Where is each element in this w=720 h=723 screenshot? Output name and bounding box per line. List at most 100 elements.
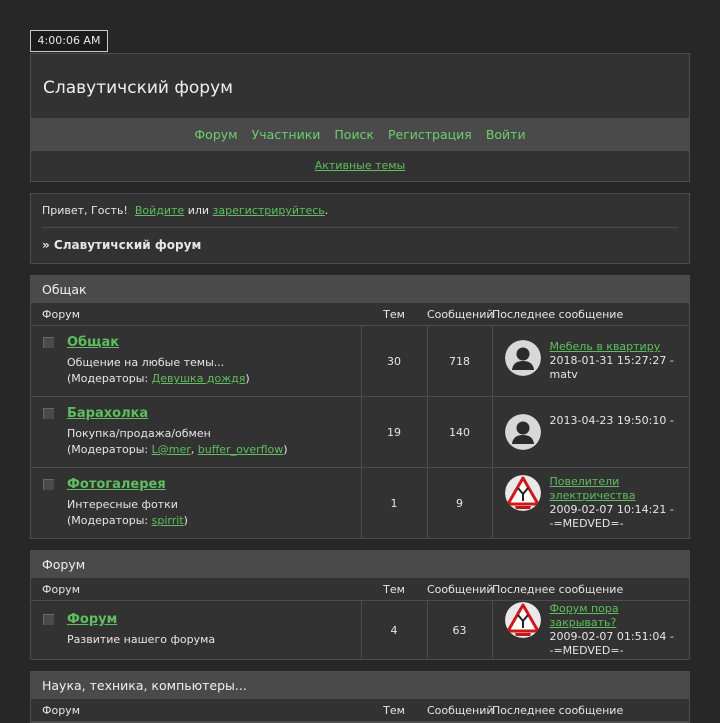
nav-forum[interactable]: Форум (194, 127, 237, 142)
col-forum-header: Форум (31, 303, 361, 326)
moderators-line: (Модераторы: Девушка дождя) (67, 372, 250, 385)
forum-info-cell: Фотогалерея Интересные фотки (Модераторы: … (31, 467, 361, 538)
last-post-author: -=MEDVED=- (549, 644, 624, 657)
category-list: Общак Форум Тем Сообщений Последнее сообщени… (30, 275, 690, 723)
last-post-author: -=MEDVED=- (549, 517, 624, 530)
login-link[interactable]: Войдите (135, 204, 184, 217)
forum-desc-text: Интересные фотки (67, 498, 178, 511)
last-post: Мебель в квартиру 2018-01-31 15:27:27 - ma… (494, 340, 689, 382)
posts-count: 140 (426, 396, 492, 468)
forum-text: Барахолка Покупка/продажа/обмен (Модератор… (67, 406, 288, 458)
forum-status-icon (43, 479, 54, 490)
active-topics-link[interactable]: Активные темы (315, 159, 406, 172)
forum-table: Форум Тем Сообщений Последнее сообщение Обща… (31, 303, 689, 538)
table-header-row: Форум Тем Сообщений Последнее сообщение (31, 578, 689, 601)
topics-count: 1 (360, 467, 427, 538)
forum-status-icon (43, 408, 54, 419)
last-post-date: 2009-02-07 10:14:21 - (549, 503, 674, 516)
last-post-topic-link[interactable]: Повелители электричества (550, 475, 681, 503)
nav-search[interactable]: Поиск (334, 127, 374, 142)
breadcrumb: » Славутичский форум (42, 238, 202, 252)
forum-name-link[interactable]: Общак (67, 335, 250, 350)
forum-desc-text: Развитие нашего форума (67, 633, 216, 646)
last-post-author: matv (549, 368, 578, 381)
forum-text: Фотогалерея Интересные фотки (Модераторы: … (67, 477, 188, 529)
last-post-cell: 2013-04-23 19:50:10 - (491, 396, 689, 468)
last-post-date: 2018-01-31 15:27:27 - (549, 354, 674, 367)
forum-description: Общение на любые темы... (Модераторы: Дев… (67, 355, 250, 387)
moderator-link[interactable]: buffer_overflow (198, 443, 284, 456)
last-post: Форум пора закрывать? 2009-02-07 01:51:04… (494, 602, 689, 658)
or-text: или (187, 204, 210, 217)
moderators-line: (Модераторы: L@mer, buffer_overflow) (67, 443, 288, 456)
warning-avatar-icon (504, 602, 541, 638)
moderators-label: (Модераторы: (67, 372, 152, 385)
forum-category: Форум Форум Тем Сообщений Последнее сообщени… (30, 550, 690, 660)
last-post: Повелители электричества 2009-02-07 10:14… (494, 475, 689, 531)
user-avatar-icon (504, 340, 541, 376)
last-post-cell: Мебель в квартиру 2018-01-31 15:27:27 - ma… (491, 325, 689, 397)
page: Славутичский форум Форум Участники Поиск… (30, 53, 690, 723)
forum-category: Общак Форум Тем Сообщений Последнее сообщени… (30, 275, 690, 539)
forum-info: Фотогалерея Интересные фотки (Модераторы: … (32, 469, 360, 537)
register-link[interactable]: зарегистрируйтесь (213, 204, 325, 217)
forum-info: Общак Общение на любые темы... (Модераторы… (32, 327, 360, 395)
forum-text: Форум Развитие нашего форума (67, 612, 215, 648)
topics-count: 4 (360, 600, 427, 659)
forum-info: Барахолка Покупка/продажа/обмен (Модератор… (32, 398, 360, 466)
moderator-link[interactable]: Девушка дождя (152, 372, 246, 385)
col-topics-header: Тем (361, 578, 427, 601)
warning-avatar-icon (504, 475, 541, 511)
last-post-date: 2013-04-23 19:50:10 - (549, 414, 674, 427)
forum-row: Форум Развитие нашего форума 4 63 Форум пора… (31, 600, 689, 659)
last-post: 2013-04-23 19:50:10 - (494, 414, 689, 450)
main-nav: Форум Участники Поиск Регистрация Войти (31, 118, 689, 151)
col-forum-header: Форум (31, 578, 361, 601)
forum-info: Форум Развитие нашего форума (32, 604, 360, 656)
moderator-link[interactable]: spirrit (152, 514, 184, 527)
moderator-link[interactable]: L@mer (152, 443, 191, 456)
col-topics-header: Тем (361, 699, 427, 722)
col-last-post-header: Последнее сообщение (492, 303, 689, 326)
greeting-text: Привет, Гость! (42, 204, 128, 217)
table-header-row: Форум Тем Сообщений Последнее сообщение (31, 303, 689, 326)
moderators-label: (Модераторы: (67, 443, 152, 456)
category-title: Форум (31, 551, 689, 578)
nav-members[interactable]: Участники (252, 127, 321, 142)
forum-desc-text: Общение на любые темы... (67, 356, 225, 369)
last-post-topic-link[interactable]: Мебель в квартиру (550, 340, 674, 354)
topics-count: 19 (360, 396, 427, 468)
greeting-line: Привет, Гость! Войдите или зарегистрируй… (42, 194, 678, 228)
forum-name-link[interactable]: Фотогалерея (67, 477, 188, 492)
col-last-post-header: Последнее сообщение (492, 699, 689, 722)
forum-row: Фотогалерея Интересные фотки (Модераторы: … (31, 467, 689, 538)
nav-register[interactable]: Регистрация (388, 127, 472, 142)
col-topics-header: Тем (361, 303, 427, 326)
category-title: Наука, техника, компьютеры... (31, 672, 689, 699)
forum-description: Развитие нашего форума (67, 632, 215, 648)
col-last-post-header: Последнее сообщение (492, 578, 689, 601)
dot-text: . (324, 204, 329, 217)
forum-table: Форум Тем Сообщений Последнее сообщение (31, 699, 689, 722)
forum-name-link[interactable]: Форум (67, 612, 215, 627)
last-post-text: Повелители электричества 2009-02-07 10:14… (550, 475, 681, 531)
last-post-text: Форум пора закрывать? 2009-02-07 01:51:04… (550, 602, 681, 658)
moderators-label: (Модераторы: (67, 514, 152, 527)
site-header: Славутичский форум Форум Участники Поиск… (30, 53, 690, 182)
sub-nav: Активные темы (31, 151, 689, 181)
clock: 4:00:06 AM (30, 30, 108, 52)
category-title: Общак (31, 276, 689, 303)
nav-login[interactable]: Войти (486, 127, 526, 142)
last-post-topic-link[interactable]: Форум пора закрывать? (550, 602, 681, 630)
last-post-text: 2013-04-23 19:50:10 - (550, 414, 674, 428)
forum-description: Интересные фотки (Модераторы: spirrit) (67, 497, 188, 529)
table-header-row: Форум Тем Сообщений Последнее сообщение (31, 699, 689, 722)
last-post-text: Мебель в квартиру 2018-01-31 15:27:27 - ma… (550, 340, 674, 382)
col-posts-header: Сообщений (427, 578, 494, 601)
forum-category: Наука, техника, компьютеры... Форум Тем Соо… (30, 671, 690, 723)
forum-name-link[interactable]: Барахолка (67, 406, 288, 421)
forum-desc-text: Покупка/продажа/обмен (67, 427, 211, 440)
last-post-cell: Повелители электричества 2009-02-07 10:14… (491, 467, 689, 538)
forum-row: Общак Общение на любые темы... (Модераторы… (31, 325, 689, 397)
user-avatar-icon (504, 414, 541, 450)
